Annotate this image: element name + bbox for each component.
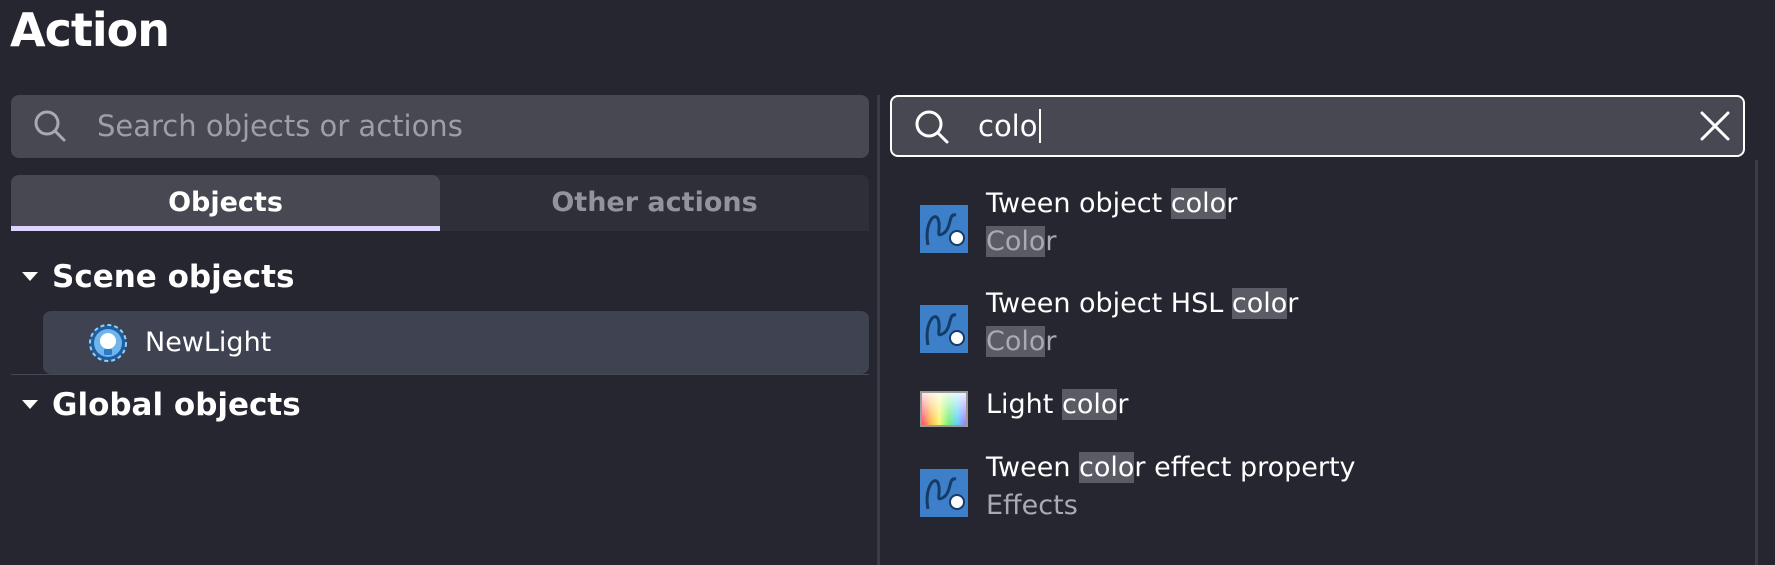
- tab-other-actions[interactable]: Other actions: [440, 175, 869, 231]
- match-highlight: colo: [1231, 288, 1288, 319]
- tab-other-actions-label: Other actions: [551, 187, 758, 218]
- title-text: Tween object: [986, 188, 1171, 219]
- search-text: colo: [978, 109, 1038, 143]
- panel-splitter[interactable]: [877, 95, 880, 565]
- result-category: Color: [986, 224, 1057, 260]
- object-search-input[interactable]: Search objects or actions: [11, 95, 869, 158]
- scrollbar[interactable]: [1755, 160, 1758, 565]
- category-text: r: [1045, 226, 1057, 257]
- title-text: r: [1117, 389, 1129, 420]
- title-text: r effect property: [1134, 452, 1356, 483]
- result-title: Tween object HSL color: [986, 286, 1298, 322]
- global-objects-header[interactable]: Global objects: [22, 383, 301, 427]
- chevron-down-icon: [22, 400, 38, 409]
- result-category: Color: [986, 324, 1057, 360]
- search-value: colo: [978, 97, 1041, 155]
- title-text: Tween object HSL: [986, 288, 1232, 319]
- tab-objects-label: Objects: [168, 187, 283, 218]
- light-bulb-icon: [89, 324, 127, 362]
- category-text: Effects: [986, 490, 1078, 521]
- active-tab-indicator: [11, 226, 440, 231]
- result-title: Tween color effect property: [986, 450, 1356, 486]
- chevron-down-icon: [22, 272, 38, 281]
- text-cursor: [1038, 109, 1041, 143]
- tween-icon: [920, 469, 968, 517]
- result-category: Effects: [986, 488, 1078, 524]
- action-search-input[interactable]: colo: [890, 95, 1745, 157]
- search-placeholder: Search objects or actions: [97, 109, 463, 143]
- tween-icon: [920, 305, 968, 353]
- match-highlight: colo: [1061, 389, 1118, 420]
- title-text: r: [1226, 188, 1238, 219]
- scene-objects-header[interactable]: Scene objects: [22, 255, 294, 299]
- category-text: r: [1045, 326, 1057, 357]
- match-highlight: colo: [1079, 452, 1135, 483]
- page-title: Action: [10, 3, 170, 57]
- match-highlight: Colo: [986, 326, 1046, 357]
- tween-icon: [920, 205, 968, 253]
- search-icon: [915, 110, 949, 144]
- result-title: Light color: [986, 387, 1128, 423]
- object-label: NewLight: [145, 327, 272, 358]
- title-text: Tween: [986, 452, 1080, 483]
- tab-objects[interactable]: Objects: [11, 175, 440, 231]
- title-text: r: [1287, 288, 1299, 319]
- color-gradient-icon: [920, 391, 968, 427]
- tab-bar: Objects Other actions: [11, 175, 869, 231]
- match-highlight: Colo: [986, 226, 1046, 257]
- divider: [11, 374, 869, 375]
- title-text: Light: [986, 389, 1062, 420]
- close-icon[interactable]: [1699, 110, 1731, 142]
- search-icon: [34, 110, 66, 142]
- global-objects-label: Global objects: [52, 387, 301, 423]
- match-highlight: colo: [1170, 188, 1227, 219]
- scene-objects-label: Scene objects: [52, 259, 295, 295]
- result-title: Tween object color: [986, 186, 1237, 222]
- list-item-newlight[interactable]: NewLight: [43, 311, 869, 374]
